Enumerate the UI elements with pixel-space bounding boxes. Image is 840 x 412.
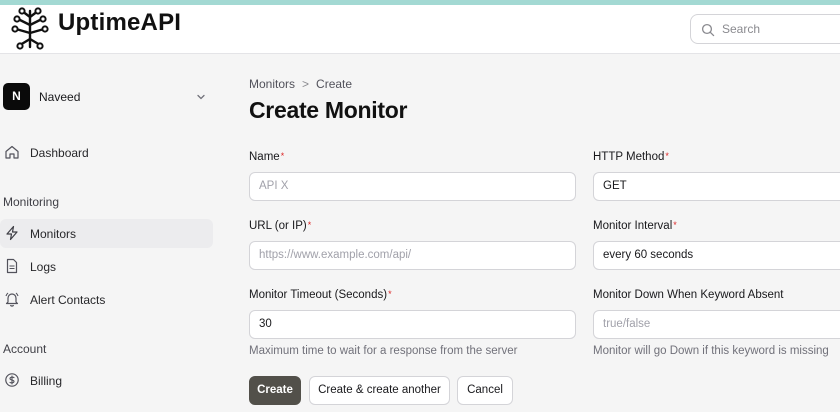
app-brand-name: UptimeAPI: [58, 9, 182, 36]
monitor-timeout-help: Maximum time to wait for a response from…: [249, 345, 518, 357]
sidebar-heading-account: Account: [3, 342, 47, 356]
http-method-label: HTTP Method*: [593, 151, 669, 163]
circuit-logo-icon: [11, 7, 49, 50]
breadcrumb-parent-link[interactable]: Monitors: [249, 77, 295, 91]
name-label: Name*: [249, 151, 285, 163]
keyword-field[interactable]: true/false: [593, 310, 840, 339]
home-icon: [5, 145, 19, 159]
keyword-label: Monitor Down When Keyword Absent: [593, 289, 784, 301]
required-mark: *: [307, 220, 312, 230]
required-mark: *: [673, 220, 677, 230]
lightning-bolt-icon: [6, 225, 18, 241]
chevron-down-icon: [197, 94, 205, 100]
sidebar-item-billing[interactable]: Billing: [0, 366, 213, 395]
search-icon: [701, 23, 715, 37]
create-another-button[interactable]: Create & create another: [309, 376, 450, 405]
sidebar-item-label: Alert Contacts: [30, 293, 106, 307]
sidebar-item-label: Billing: [30, 374, 63, 388]
sidebar-item-label: Dashboard: [30, 146, 89, 160]
breadcrumb: Monitors > Create: [249, 77, 352, 91]
create-button[interactable]: Create: [249, 376, 301, 405]
sidebar-item-alert-contacts[interactable]: Alert Contacts: [0, 285, 213, 314]
required-mark: *: [280, 151, 285, 161]
monitor-interval-label: Monitor Interval*: [593, 220, 677, 232]
monitor-timeout-label: Monitor Timeout (Seconds)*: [249, 289, 392, 301]
required-mark: *: [665, 151, 669, 161]
keyword-help: Monitor will go Down if this keyword is …: [593, 345, 829, 357]
search-input[interactable]: Search: [690, 14, 840, 44]
name-field[interactable]: API X: [249, 172, 576, 201]
search-placeholder: Search: [722, 22, 761, 36]
sidebar-item-dashboard[interactable]: Dashboard: [0, 138, 213, 167]
url-label: URL (or IP)*: [249, 220, 312, 232]
cancel-button[interactable]: Cancel: [457, 376, 513, 405]
breadcrumb-separator: >: [302, 77, 310, 91]
sidebar-item-monitors[interactable]: Monitors: [0, 219, 213, 248]
bell-icon: [5, 292, 19, 307]
avatar: N: [3, 83, 30, 110]
dollar-circle-icon: [5, 373, 19, 387]
sidebar-item-label: Logs: [30, 260, 57, 274]
required-mark: *: [388, 289, 392, 299]
breadcrumb-current: Create: [316, 77, 353, 91]
document-icon: [6, 258, 18, 274]
url-field[interactable]: https://www.example.com/api/: [249, 241, 576, 270]
http-method-select[interactable]: GET: [593, 172, 840, 201]
sidebar-heading-monitoring: Monitoring: [3, 195, 60, 209]
sidebar: N Naveed Dashboard Monitoring Monitors L…: [0, 55, 230, 412]
page-title: Create Monitor: [249, 97, 408, 123]
sidebar-item-label: Monitors: [30, 227, 77, 241]
top-bar: UptimeAPI Search: [0, 5, 840, 54]
monitor-interval-select[interactable]: every 60 seconds: [593, 241, 840, 270]
team-name: Naveed: [39, 90, 81, 104]
sidebar-item-logs[interactable]: Logs: [0, 252, 213, 281]
team-switcher[interactable]: N Naveed: [3, 83, 213, 111]
monitor-timeout-field[interactable]: 30: [249, 310, 576, 339]
